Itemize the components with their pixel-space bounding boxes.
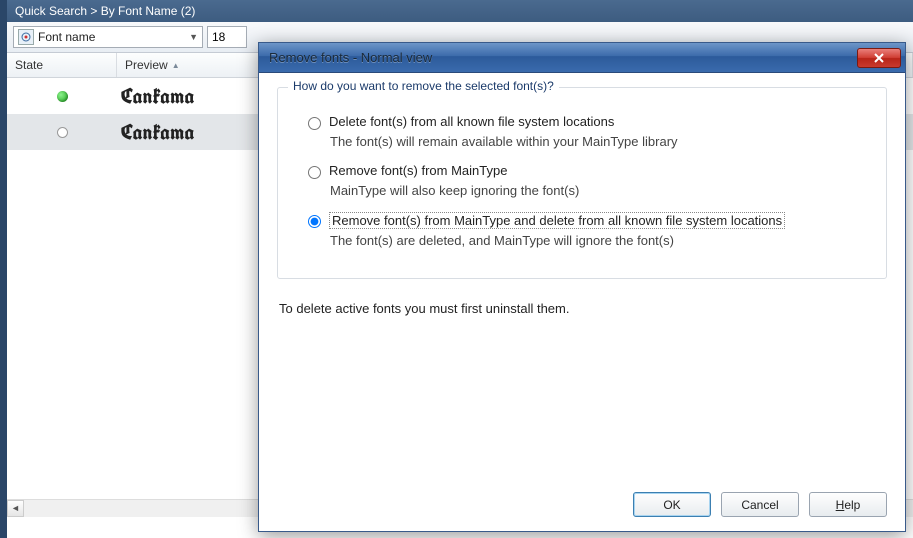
- close-button[interactable]: [857, 48, 901, 68]
- option-desc: MainType will also keep ignoring the fon…: [330, 183, 870, 198]
- group-title: How do you want to remove the selected f…: [288, 79, 559, 93]
- option-label: Delete font(s) from all known file syste…: [329, 114, 614, 129]
- dialog-body: How do you want to remove the selected f…: [259, 73, 905, 531]
- font-size-value: 18: [212, 30, 225, 44]
- radio-delete-filesystem[interactable]: [308, 117, 321, 130]
- chevron-down-icon: ▼: [189, 32, 198, 42]
- close-icon: [873, 53, 885, 63]
- sort-asc-icon: ▲: [172, 61, 180, 70]
- cancel-button[interactable]: Cancel: [721, 492, 799, 517]
- option-remove-maintype[interactable]: Remove font(s) from MainType: [308, 163, 870, 179]
- radio-remove-maintype[interactable]: [308, 166, 321, 179]
- target-icon: [18, 29, 34, 45]
- option-desc: The font(s) are deleted, and MainType wi…: [330, 233, 870, 248]
- remove-fonts-dialog: Remove fonts - Normal view How do you wa…: [258, 42, 906, 532]
- dialog-buttons: OK Cancel Help: [633, 492, 887, 517]
- font-name-combo[interactable]: Font name ▼: [13, 26, 203, 48]
- option-desc: The font(s) will remain available within…: [330, 134, 870, 149]
- state-cell: [7, 91, 117, 102]
- scroll-left-button[interactable]: ◄: [7, 500, 24, 517]
- help-button[interactable]: Help: [809, 492, 887, 517]
- state-cell: [7, 127, 117, 138]
- ok-button[interactable]: OK: [633, 492, 711, 517]
- option-label: Remove font(s) from MainType: [329, 163, 507, 178]
- option-label: Remove font(s) from MainType and delete …: [329, 212, 785, 229]
- dialog-note: To delete active fonts you must first un…: [279, 301, 887, 316]
- column-state[interactable]: State: [7, 53, 117, 77]
- status-dot-active: [57, 91, 68, 102]
- font-name-label: Font name: [38, 30, 189, 44]
- option-remove-and-delete[interactable]: Remove font(s) from MainType and delete …: [308, 212, 870, 229]
- panel-title: Quick Search > By Font Name (2): [7, 0, 913, 22]
- dialog-titlebar[interactable]: Remove fonts - Normal view: [259, 43, 905, 73]
- help-rest: elp: [844, 498, 860, 512]
- option-delete-filesystem[interactable]: Delete font(s) from all known file syste…: [308, 114, 870, 130]
- status-dot-inactive: [57, 127, 68, 138]
- font-size-input[interactable]: 18: [207, 26, 247, 48]
- dialog-title: Remove fonts - Normal view: [269, 50, 432, 65]
- options-group: How do you want to remove the selected f…: [277, 87, 887, 279]
- radio-remove-and-delete[interactable]: [308, 215, 321, 228]
- column-preview-label: Preview: [125, 58, 168, 72]
